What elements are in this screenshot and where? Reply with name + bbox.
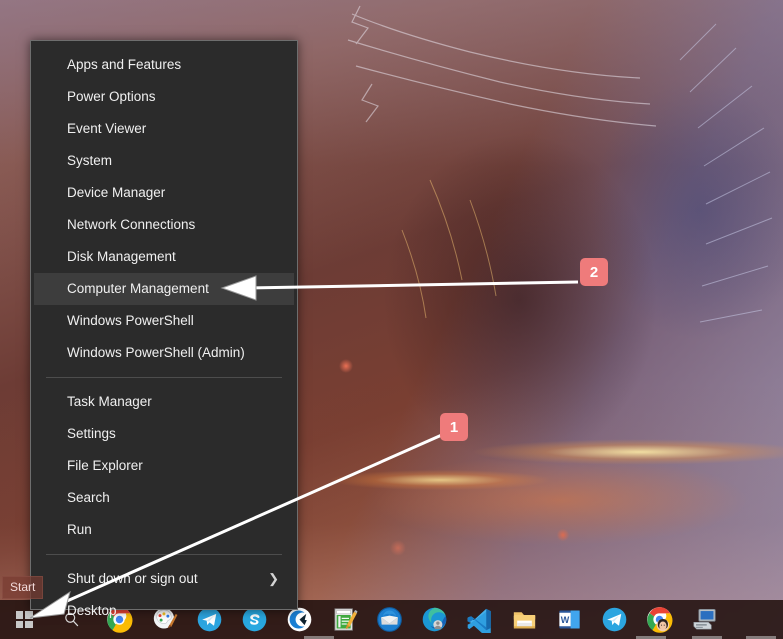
menu-item-computer-management[interactable]: Computer Management <box>34 273 294 305</box>
menu-item-desktop[interactable]: Desktop <box>34 595 294 627</box>
menu-item-file-explorer[interactable]: File Explorer <box>34 450 294 482</box>
annotation-badge-1: 1 <box>440 413 468 441</box>
menu-item-event-viewer[interactable]: Event Viewer <box>34 113 294 145</box>
menu-item-windows-powershell-admin[interactable]: Windows PowerShell (Admin) <box>34 337 294 369</box>
menu-item-label: File Explorer <box>67 458 143 473</box>
winx-power-user-menu[interactable]: Apps and Features Power Options Event Vi… <box>30 40 298 618</box>
vscode-icon <box>467 608 491 633</box>
menu-item-disk-management[interactable]: Disk Management <box>34 241 294 273</box>
start-button-tooltip: Start <box>2 576 44 599</box>
menu-item-label: Desktop <box>67 603 117 618</box>
menu-item-label: Apps and Features <box>67 57 182 72</box>
chevron-right-icon: ❯ <box>268 571 279 586</box>
menu-item-label: Task Manager <box>67 394 152 409</box>
annotation-badge-2: 2 <box>580 258 608 286</box>
taskbar-icon-thunderbird[interactable] <box>374 605 404 635</box>
taskbar-icon-chrome-profile[interactable] <box>644 605 674 635</box>
menu-item-label: Shut down or sign out <box>67 571 198 586</box>
taskbar-icon-telegram-desktop[interactable] <box>599 605 629 635</box>
menu-item-label: Computer Management <box>67 281 209 296</box>
menu-item-settings[interactable]: Settings <box>34 418 294 450</box>
menu-item-label: Network Connections <box>67 217 196 232</box>
thunderbird-icon <box>376 607 402 632</box>
remote-desktop-icon <box>692 608 716 630</box>
taskbar-icon-microsoft-edge[interactable] <box>419 605 449 635</box>
menu-item-apps-and-features[interactable]: Apps and Features <box>34 49 294 81</box>
screen: Apps and Features Power Options Event Vi… <box>0 0 783 639</box>
menu-item-label: Search <box>67 490 110 505</box>
taskbar-icon-notepad-editor[interactable] <box>329 605 359 635</box>
microsoft-edge-icon <box>422 607 446 632</box>
menu-item-power-options[interactable]: Power Options <box>34 81 294 113</box>
menu-item-label: Windows PowerShell (Admin) <box>67 345 245 360</box>
file-explorer-icon <box>513 612 535 629</box>
chrome-profile-icon <box>646 607 672 633</box>
taskbar-icon-vscode[interactable] <box>464 605 494 635</box>
menu-item-label: System <box>67 153 113 168</box>
menu-item-label: Windows PowerShell <box>67 313 194 328</box>
menu-item-label: Settings <box>67 426 116 441</box>
taskbar-icon-remote-desktop[interactable] <box>689 605 719 635</box>
menu-item-search[interactable]: Search <box>34 482 294 514</box>
menu-item-device-manager[interactable]: Device Manager <box>34 177 294 209</box>
menu-item-windows-powershell[interactable]: Windows PowerShell <box>34 305 294 337</box>
svg-text:W: W <box>560 615 569 625</box>
menu-item-label: Event Viewer <box>67 121 147 136</box>
menu-item-network-connections[interactable]: Network Connections <box>34 209 294 241</box>
telegram-desktop-icon <box>602 607 626 632</box>
menu-item-shut-down-or-sign-out[interactable]: Shut down or sign out ❯ <box>34 563 294 595</box>
menu-item-system[interactable]: System <box>34 145 294 177</box>
menu-separator-1 <box>46 377 282 378</box>
menu-item-label: Disk Management <box>67 249 176 264</box>
menu-item-label: Power Options <box>67 89 156 104</box>
menu-item-run[interactable]: Run <box>34 514 294 546</box>
menu-separator-2 <box>46 554 282 555</box>
microsoft-word-icon: W <box>558 610 580 629</box>
taskbar-icon-microsoft-word[interactable]: W <box>554 605 584 635</box>
taskbar-icon-file-explorer[interactable] <box>509 605 539 635</box>
windows-logo-icon <box>15 611 33 628</box>
menu-item-label: Device Manager <box>67 185 166 200</box>
notepad-editor-icon <box>334 608 357 631</box>
menu-item-label: Run <box>67 522 92 537</box>
menu-item-task-manager[interactable]: Task Manager <box>34 386 294 418</box>
